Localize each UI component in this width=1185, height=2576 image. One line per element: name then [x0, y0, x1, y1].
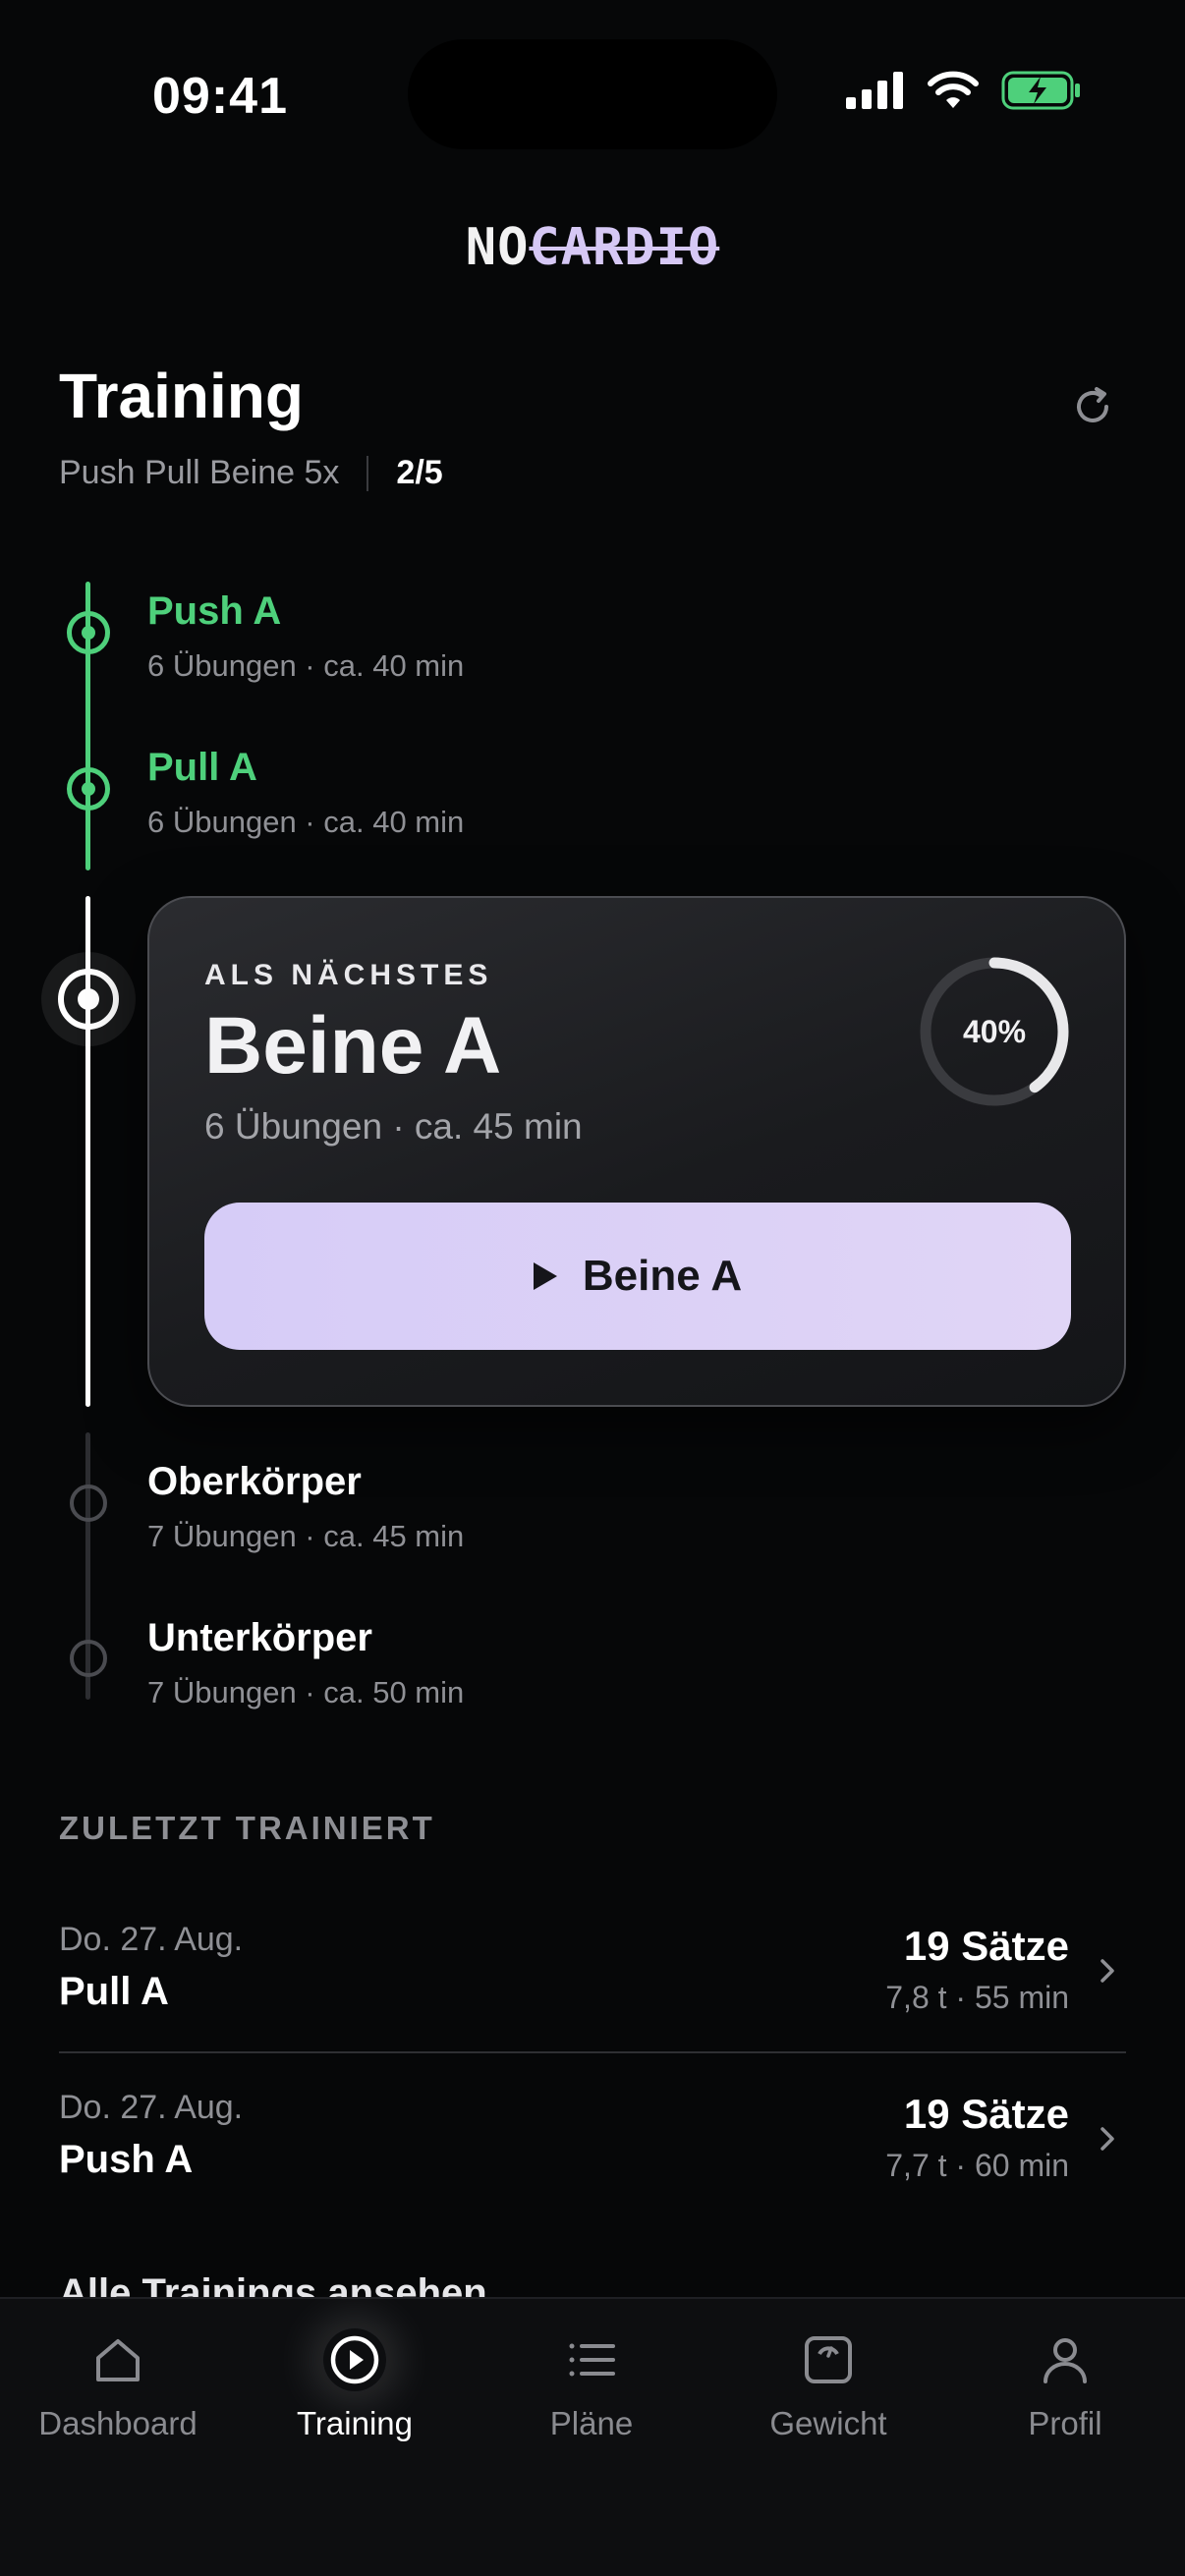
tab-weight[interactable]: Gewicht — [720, 2328, 936, 2476]
workout-name[interactable]: Push A — [147, 589, 281, 634]
logo-prefix: NO — [465, 218, 530, 277]
workout-meta: 7 Übungen · ca. 45 min — [147, 1519, 465, 1553]
tab-training[interactable]: Training — [247, 2328, 463, 2476]
next-workout-title: Beine A — [204, 1001, 502, 1091]
wifi-icon — [928, 71, 979, 108]
status-icons — [846, 71, 1082, 110]
workout-name[interactable]: Unterkörper — [147, 1616, 372, 1660]
workout-meta: 7 Übungen · ca. 50 min — [147, 1675, 465, 1709]
tab-profile[interactable]: Profil — [957, 2328, 1173, 2476]
timeline-node-done — [67, 767, 110, 811]
battery-icon — [1001, 71, 1080, 110]
plan-progress: 2/5 — [396, 454, 443, 491]
chevron-right-icon — [1100, 1959, 1114, 1983]
tab-dashboard[interactable]: Dashboard — [10, 2328, 226, 2476]
start-workout-button[interactable]: Beine A — [204, 1203, 1071, 1350]
scale-icon — [797, 2328, 860, 2391]
recent-workout-row[interactable]: Do. 27. Aug. Push A 19 Sätze 7,7 t · 60 … — [59, 2089, 1126, 2246]
user-icon — [1034, 2328, 1097, 2391]
timeline-node-current — [41, 952, 136, 1046]
play-icon — [533, 1262, 557, 1290]
recent-section-title: ZULETZT TRAINIERT — [59, 1810, 435, 1846]
recent-stats: 7,8 t · 55 min — [885, 1980, 1069, 2015]
app-logo: NOCARDIO — [0, 218, 1185, 277]
tab-label: Profil — [1028, 2405, 1102, 2441]
tab-bar: Dashboard Training Pläne Gewicht Profil — [0, 2297, 1185, 2576]
row-divider — [59, 2051, 1126, 2053]
subtitle-divider — [367, 455, 369, 491]
workout-meta: 6 Übungen · ca. 40 min — [147, 805, 465, 839]
progress-label: 40% — [962, 1013, 1027, 1049]
tab-label: Gewicht — [769, 2405, 887, 2441]
recent-sets: 19 Sätze — [903, 2091, 1069, 2137]
timeline-node-todo — [70, 1484, 107, 1522]
tab-label: Dashboard — [38, 2405, 198, 2441]
signal-icon — [846, 72, 903, 109]
logo-strike: CARDIO — [529, 218, 720, 277]
tab-label: Training — [297, 2405, 413, 2441]
workout-name[interactable]: Pull A — [147, 746, 257, 790]
progress-ring: 40% — [918, 955, 1071, 1108]
tab-plans[interactable]: Pläne — [483, 2328, 700, 2476]
plan-name: Push Pull Beine 5x — [59, 454, 340, 491]
tab-label: Pläne — [549, 2405, 634, 2441]
timeline-node-todo — [70, 1640, 107, 1677]
chevron-right-icon — [1100, 2127, 1114, 2151]
recent-workout-row[interactable]: Do. 27. Aug. Pull A 19 Sätze 7,8 t · 55 … — [59, 1921, 1126, 2078]
workout-name[interactable]: Oberkörper — [147, 1460, 362, 1504]
recent-date: Do. 27. Aug. — [59, 2089, 244, 2126]
timeline-node-done — [67, 611, 110, 654]
dynamic-island — [408, 39, 777, 149]
recent-sets: 19 Sätze — [903, 1923, 1069, 1969]
play-circle-icon — [323, 2328, 386, 2391]
screen: 09:41 NOCARDIO Training Push Pull Beine … — [0, 0, 1185, 2576]
start-workout-label: Beine A — [582, 1252, 743, 1300]
next-workout-meta: 6 Übungen · ca. 45 min — [204, 1106, 583, 1147]
plan-subtitle: Push Pull Beine 5x 2/5 — [59, 454, 443, 492]
workout-meta: 6 Übungen · ca. 40 min — [147, 648, 465, 683]
recent-name: Pull A — [59, 1970, 169, 2013]
recent-stats: 7,7 t · 60 min — [885, 2148, 1069, 2183]
page-title: Training — [59, 361, 304, 431]
next-kicker: ALS NÄCHSTES — [204, 959, 493, 991]
list-icon — [560, 2328, 623, 2391]
status-time: 09:41 — [152, 68, 288, 125]
recent-date: Do. 27. Aug. — [59, 1921, 244, 1958]
next-workout-card[interactable]: ALS NÄCHSTES Beine A 6 Übungen · ca. 45 … — [147, 896, 1126, 1407]
recent-name: Push A — [59, 2138, 194, 2181]
refresh-icon[interactable] — [1069, 383, 1116, 430]
home-icon — [86, 2328, 149, 2391]
